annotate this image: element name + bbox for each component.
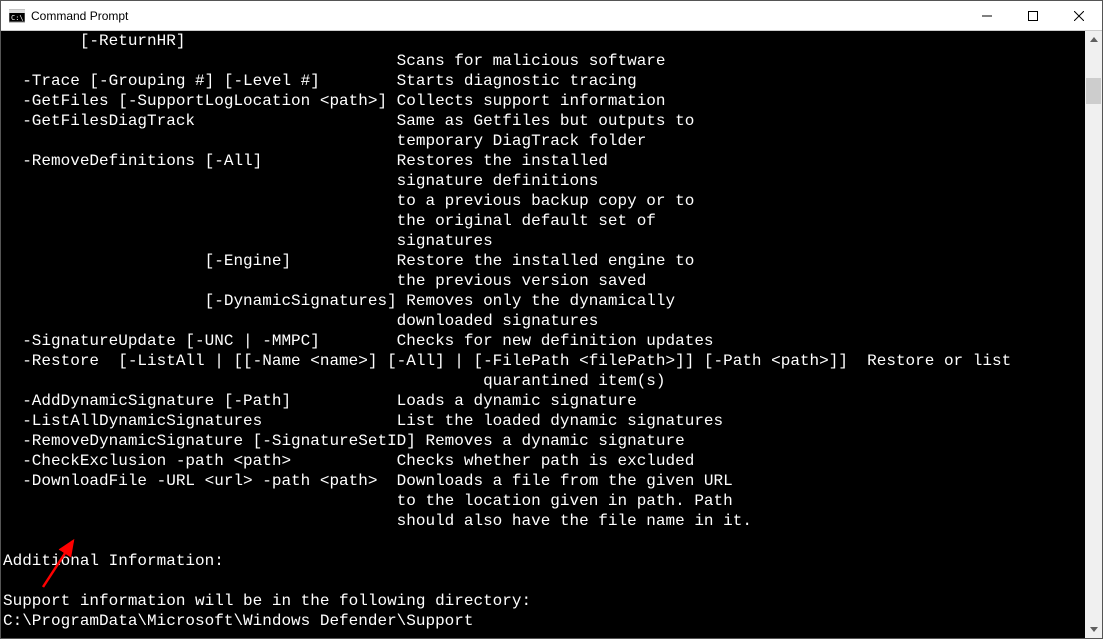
command-prompt-window: C:\ Command Prompt [-ReturnHR] Scans for…: [0, 0, 1103, 639]
vertical-scrollbar[interactable]: [1085, 31, 1102, 638]
scroll-down-arrow-icon[interactable]: [1085, 621, 1102, 638]
console-area: [-ReturnHR] Scans for malicious software…: [1, 31, 1102, 638]
console-output[interactable]: [-ReturnHR] Scans for malicious software…: [1, 31, 1085, 638]
titlebar: C:\ Command Prompt: [1, 1, 1102, 31]
scroll-track[interactable]: [1085, 48, 1102, 621]
svg-text:C:\: C:\: [11, 14, 24, 22]
scroll-up-arrow-icon[interactable]: [1085, 31, 1102, 48]
scroll-thumb[interactable]: [1086, 78, 1101, 104]
app-icon: C:\: [9, 8, 25, 24]
maximize-button[interactable]: [1010, 1, 1056, 31]
minimize-button[interactable]: [964, 1, 1010, 31]
window-title: Command Prompt: [31, 9, 128, 23]
close-button[interactable]: [1056, 1, 1102, 31]
